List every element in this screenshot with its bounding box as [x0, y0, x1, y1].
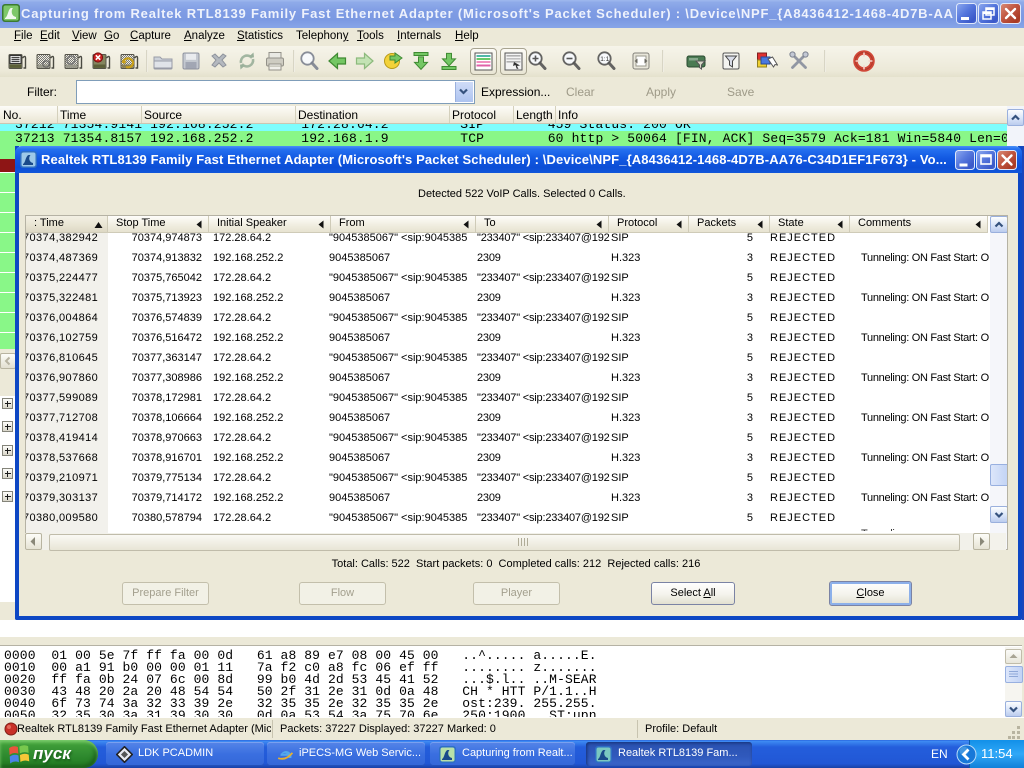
svg-text:1:1: 1:1 — [600, 56, 609, 63]
